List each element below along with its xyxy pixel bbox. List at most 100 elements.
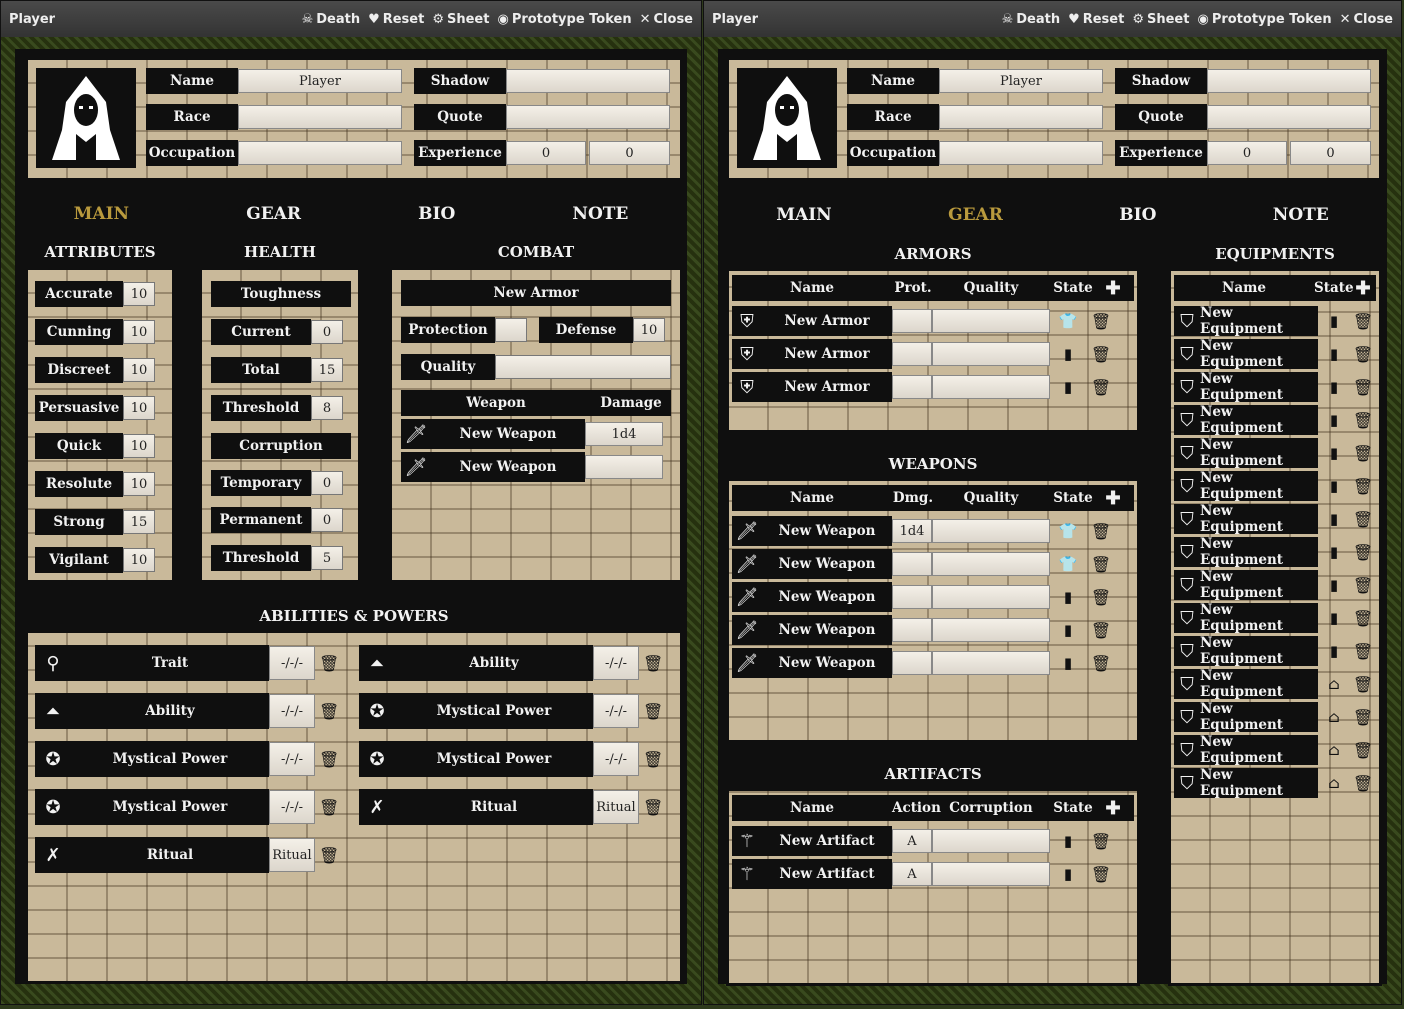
quote-field[interactable] bbox=[506, 105, 670, 129]
equipment-row[interactable]: ⛉ New Equipment ▮ 🗑 bbox=[1174, 503, 1376, 535]
attribute-value-field[interactable]: 15 bbox=[123, 510, 155, 534]
ability-level-field[interactable]: -/-/- bbox=[593, 694, 639, 728]
window-titlebar[interactable]: Player ☠ Death ♥ Reset ⚙ Sheet ◉ Prototype T… bbox=[704, 1, 1401, 37]
tab-main[interactable]: MAIN bbox=[74, 204, 130, 224]
trash-icon[interactable]: 🗑 bbox=[1350, 312, 1376, 331]
trash-icon[interactable]: 🗑 bbox=[1350, 477, 1376, 496]
quality-field[interactable] bbox=[495, 355, 671, 379]
trash-icon[interactable]: 🗑 bbox=[1350, 510, 1376, 529]
portrait[interactable] bbox=[36, 68, 136, 168]
trash-icon[interactable]: 🗑 bbox=[643, 702, 663, 721]
trash-icon[interactable]: 🗑 bbox=[1086, 555, 1116, 574]
action-field[interactable]: A bbox=[892, 862, 932, 886]
total-field[interactable]: 15 bbox=[311, 358, 343, 382]
dmg-field[interactable] bbox=[892, 585, 932, 609]
dmg-field[interactable] bbox=[892, 618, 932, 642]
table-row[interactable]: 🗡 New Weapon 👕 🗑 bbox=[732, 549, 1134, 579]
trash-icon[interactable]: 🗑 bbox=[319, 750, 339, 769]
attribute-value-field[interactable]: 10 bbox=[123, 282, 155, 306]
reset-button[interactable]: ♥ Reset bbox=[368, 12, 424, 27]
trash-icon[interactable]: 🗑 bbox=[1350, 411, 1376, 430]
equipment-row[interactable]: ⛉ New Equipment ▮ 🗑 bbox=[1174, 635, 1376, 667]
backpack-icon[interactable]: ▮ bbox=[1318, 576, 1350, 594]
backpack-icon[interactable]: ▮ bbox=[1318, 411, 1350, 429]
dmg-field[interactable] bbox=[892, 552, 932, 576]
chest-icon[interactable]: ⌂ bbox=[1318, 774, 1350, 792]
quality-field[interactable] bbox=[932, 342, 1050, 366]
equipment-row[interactable]: ⛉ New Equipment ▮ 🗑 bbox=[1174, 536, 1376, 568]
prototype-token-button[interactable]: ◉ Prototype Token bbox=[1197, 12, 1331, 27]
quality-field[interactable] bbox=[932, 519, 1050, 543]
ability-row[interactable]: ⏶ Ability -/-/- 🗑 bbox=[359, 645, 663, 681]
race-field[interactable] bbox=[939, 105, 1103, 129]
quality-field[interactable] bbox=[932, 585, 1050, 609]
close-button[interactable]: ✕ Close bbox=[640, 12, 693, 27]
equipment-row[interactable]: ⛉ New Equipment ⌂ 🗑 bbox=[1174, 734, 1376, 766]
armor-name-field[interactable]: New Armor bbox=[401, 280, 671, 306]
prototype-token-button[interactable]: ◉ Prototype Token bbox=[497, 12, 631, 27]
shadow-field[interactable] bbox=[506, 69, 670, 93]
protection-field[interactable] bbox=[495, 318, 527, 342]
chest-icon[interactable]: ⌂ bbox=[1318, 675, 1350, 693]
trash-icon[interactable]: 🗑 bbox=[1350, 774, 1376, 793]
portrait[interactable] bbox=[737, 68, 837, 168]
trash-icon[interactable]: 🗑 bbox=[1086, 865, 1116, 884]
add-equipment-button[interactable]: ✚ bbox=[1350, 278, 1376, 299]
tab-bio[interactable]: BIO bbox=[1119, 205, 1156, 225]
add-armor-button[interactable]: ✚ bbox=[1098, 278, 1128, 299]
ability-row[interactable]: ✗ Ritual Ritual 🗑 bbox=[35, 837, 339, 873]
ability-level-field[interactable]: -/-/- bbox=[269, 790, 315, 824]
table-row[interactable]: ⚚ New Artifact A ▮ 🗑 bbox=[732, 859, 1134, 889]
trash-icon[interactable]: 🗑 bbox=[643, 654, 663, 673]
backpack-icon[interactable]: ▮ bbox=[1050, 621, 1086, 639]
backpack-icon[interactable]: ▮ bbox=[1050, 654, 1086, 672]
trash-icon[interactable]: 🗑 bbox=[1350, 642, 1376, 661]
ability-row[interactable]: ✪ Mystical Power -/-/- 🗑 bbox=[359, 693, 663, 729]
backpack-icon[interactable]: ▮ bbox=[1050, 345, 1086, 363]
backpack-icon[interactable]: ▮ bbox=[1318, 312, 1350, 330]
trash-icon[interactable]: 🗑 bbox=[1350, 378, 1376, 397]
backpack-icon[interactable]: ▮ bbox=[1050, 378, 1086, 396]
attribute-value-field[interactable]: 10 bbox=[123, 472, 155, 496]
equipment-row[interactable]: ⛉ New Equipment ▮ 🗑 bbox=[1174, 437, 1376, 469]
table-row[interactable]: ⛨ New Armor ▮ 🗑 bbox=[732, 339, 1134, 369]
quality-field[interactable] bbox=[932, 618, 1050, 642]
tab-note[interactable]: NOTE bbox=[572, 204, 628, 224]
trash-icon[interactable]: 🗑 bbox=[643, 750, 663, 769]
backpack-icon[interactable]: ▮ bbox=[1050, 588, 1086, 606]
ability-row[interactable]: ✗ Ritual Ritual 🗑 bbox=[359, 789, 663, 825]
experience-field-2[interactable]: 0 bbox=[1290, 141, 1371, 165]
shirt-icon[interactable]: 👕 bbox=[1050, 312, 1086, 330]
table-row[interactable]: ⛨ New Armor ▮ 🗑 bbox=[732, 372, 1134, 402]
trash-icon[interactable]: 🗑 bbox=[1086, 345, 1116, 364]
backpack-icon[interactable]: ▮ bbox=[1318, 477, 1350, 495]
chest-icon[interactable]: ⌂ bbox=[1318, 741, 1350, 759]
quote-field[interactable] bbox=[1207, 105, 1371, 129]
sheet-button[interactable]: ⚙ Sheet bbox=[432, 12, 489, 27]
ability-level-field[interactable]: -/-/- bbox=[269, 742, 315, 776]
chest-icon[interactable]: ⌂ bbox=[1318, 708, 1350, 726]
backpack-icon[interactable]: ▮ bbox=[1318, 510, 1350, 528]
defense-field[interactable]: 10 bbox=[633, 318, 665, 342]
trash-icon[interactable]: 🗑 bbox=[1350, 543, 1376, 562]
attribute-value-field[interactable]: 10 bbox=[123, 434, 155, 458]
death-button[interactable]: ☠ Death bbox=[302, 12, 361, 27]
trash-icon[interactable]: 🗑 bbox=[1086, 832, 1116, 851]
table-row[interactable]: 🗡 New Weapon ▮ 🗑 bbox=[732, 615, 1134, 645]
backpack-icon[interactable]: ▮ bbox=[1318, 378, 1350, 396]
trash-icon[interactable]: 🗑 bbox=[643, 798, 663, 817]
experience-field-2[interactable]: 0 bbox=[589, 141, 670, 165]
quality-field[interactable] bbox=[932, 309, 1050, 333]
shirt-icon[interactable]: 👕 bbox=[1050, 522, 1086, 540]
ability-level-field[interactable]: Ritual bbox=[593, 790, 639, 824]
trash-icon[interactable]: 🗑 bbox=[1086, 654, 1116, 673]
trash-icon[interactable]: 🗑 bbox=[1350, 708, 1376, 727]
name-field[interactable]: Player bbox=[939, 69, 1103, 93]
add-weapon-button[interactable]: ✚ bbox=[1098, 488, 1128, 509]
quality-field[interactable] bbox=[932, 552, 1050, 576]
add-artifact-button[interactable]: ✚ bbox=[1098, 798, 1128, 819]
trash-icon[interactable]: 🗑 bbox=[1086, 621, 1116, 640]
attribute-value-field[interactable]: 10 bbox=[123, 358, 155, 382]
equipment-row[interactable]: ⛉ New Equipment ⌂ 🗑 bbox=[1174, 668, 1376, 700]
prot-field[interactable] bbox=[892, 375, 932, 399]
